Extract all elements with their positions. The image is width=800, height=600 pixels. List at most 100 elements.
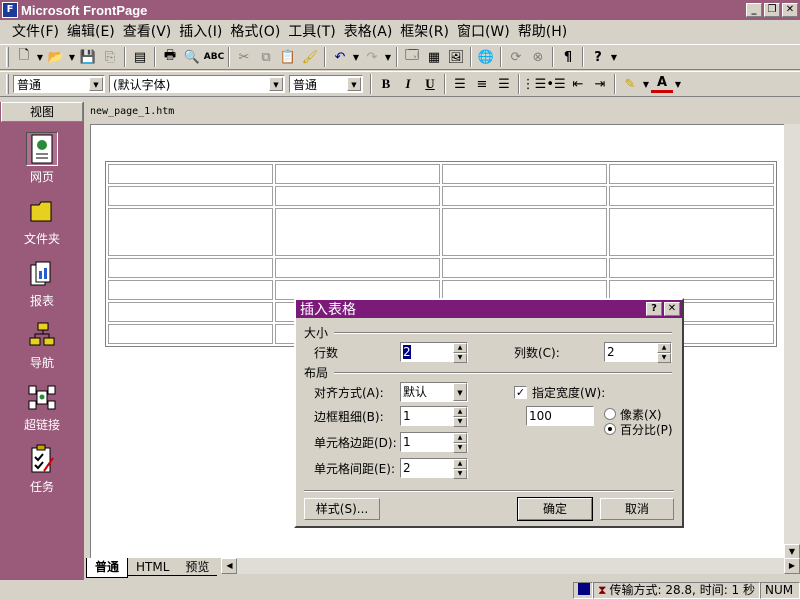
chevron-down-icon[interactable]: ▼	[351, 46, 361, 68]
table-cell[interactable]	[609, 164, 774, 184]
print-icon[interactable]: 🖶	[159, 46, 181, 68]
minimize-button[interactable]: _	[746, 3, 762, 17]
table-cell[interactable]	[108, 280, 273, 300]
format-painter-icon[interactable]: 🖌	[299, 46, 321, 68]
menu-frames[interactable]: 框架(R)	[396, 22, 453, 42]
spin-up-icon[interactable]: ▲	[453, 459, 467, 469]
tab-html[interactable]: HTML	[128, 558, 178, 576]
save-icon[interactable]: 💾	[77, 46, 99, 68]
stop-icon[interactable]: ⊗	[527, 46, 549, 68]
spin-up-icon[interactable]: ▲	[453, 343, 467, 353]
table-cell[interactable]	[609, 208, 774, 256]
print-preview-icon[interactable]: 🔍	[181, 46, 203, 68]
table-cell[interactable]	[275, 258, 440, 278]
tab-preview[interactable]: 预览	[177, 558, 218, 576]
table-cell[interactable]	[442, 208, 607, 256]
menu-format[interactable]: 格式(O)	[226, 22, 284, 42]
chevron-down-icon[interactable]: ▼	[89, 77, 103, 91]
spelling-icon[interactable]: ABC	[203, 46, 225, 68]
spin-down-icon[interactable]: ▼	[453, 469, 467, 479]
style-button[interactable]: 样式(S)...	[304, 498, 380, 520]
menu-help[interactable]: 帮助(H)	[514, 22, 571, 42]
table-cell[interactable]	[275, 186, 440, 206]
tab-normal[interactable]: 普通	[86, 558, 129, 578]
border-spinner[interactable]: 1 ▲ ▼	[400, 406, 468, 427]
scroll-right-icon[interactable]: ▶	[784, 558, 800, 574]
ok-button[interactable]: 确定	[517, 497, 593, 521]
align-select[interactable]: 默认 ▼	[400, 382, 468, 402]
spin-up-icon[interactable]: ▲	[657, 343, 671, 353]
close-icon[interactable]: ✕	[664, 302, 680, 316]
view-page[interactable]: 网页	[0, 132, 84, 192]
chevron-down-icon[interactable]: ▼	[347, 77, 361, 91]
view-reports[interactable]: 报表	[0, 256, 84, 316]
align-center-icon[interactable]: ≡	[471, 73, 493, 95]
close-button[interactable]: ✕	[782, 3, 798, 17]
table-cell[interactable]	[108, 258, 273, 278]
insert-picture-icon[interactable]: 🖼	[445, 46, 467, 68]
menu-file[interactable]: 文件(F)	[8, 22, 63, 42]
bulleted-list-icon[interactable]: •☰	[545, 73, 567, 95]
table-cell[interactable]	[275, 164, 440, 184]
vertical-scrollbar[interactable]: ▼	[784, 124, 800, 560]
spin-down-icon[interactable]: ▼	[657, 353, 671, 363]
padding-spinner[interactable]: 1 ▲ ▼	[400, 432, 468, 453]
cancel-button[interactable]: 取消	[600, 498, 674, 520]
toolbar-grip[interactable]	[6, 74, 9, 94]
insert-table-icon[interactable]: ▦	[423, 46, 445, 68]
view-tasks[interactable]: 任务	[0, 442, 84, 502]
chevron-down-icon[interactable]: ▼	[383, 46, 393, 68]
view-hyperlinks[interactable]: 超链接	[0, 380, 84, 440]
insert-component-icon[interactable]: 🗔	[401, 46, 423, 68]
bold-icon[interactable]: B	[375, 73, 397, 95]
spin-down-icon[interactable]: ▼	[453, 443, 467, 453]
menu-tools[interactable]: 工具(T)	[284, 22, 339, 42]
menu-insert[interactable]: 插入(I)	[175, 22, 226, 42]
frontpage-app-icon[interactable]: F	[2, 2, 18, 18]
table-cell[interactable]	[108, 186, 273, 206]
table-cell[interactable]	[108, 164, 273, 184]
restore-button[interactable]: ❐	[764, 3, 780, 17]
percent-radio[interactable]	[604, 423, 616, 435]
new-page-icon[interactable]: 🗋	[13, 46, 35, 68]
align-right-icon[interactable]: ☰	[493, 73, 515, 95]
scroll-track[interactable]	[237, 558, 784, 574]
table-cell[interactable]	[609, 258, 774, 278]
scroll-left-icon[interactable]: ◀	[221, 558, 238, 574]
font-combo[interactable]: (默认字体) ▼	[109, 75, 285, 93]
menu-view[interactable]: 查看(V)	[119, 22, 176, 42]
undo-icon[interactable]: ↶	[329, 46, 351, 68]
cols-spinner[interactable]: 2 ▲ ▼	[604, 342, 672, 363]
redo-icon[interactable]: ↷	[361, 46, 383, 68]
table-cell[interactable]	[442, 280, 607, 300]
italic-icon[interactable]: I	[397, 73, 419, 95]
toolbar-grip[interactable]	[6, 47, 9, 67]
numbered-list-icon[interactable]: ⋮☰	[522, 73, 547, 95]
table-cell[interactable]	[609, 280, 774, 300]
rows-spinner[interactable]: 2 ▲ ▼	[400, 342, 468, 363]
spin-down-icon[interactable]: ▼	[453, 417, 467, 427]
chevron-down-icon[interactable]: ▼	[609, 46, 619, 68]
table-cell[interactable]	[108, 324, 273, 344]
publish-icon[interactable]: ⎘	[99, 46, 121, 68]
spacing-spinner[interactable]: 2 ▲ ▼	[400, 458, 468, 479]
spin-down-icon[interactable]: ▼	[453, 353, 467, 363]
chevron-down-icon[interactable]: ▼	[35, 46, 45, 68]
chevron-down-icon[interactable]: ▼	[269, 77, 283, 91]
paste-icon[interactable]: 📋	[277, 46, 299, 68]
help-icon[interactable]: ?	[646, 302, 662, 316]
font-size-combo[interactable]: 普通 ▼	[289, 75, 363, 93]
width-input[interactable]: 100	[526, 406, 594, 426]
increase-indent-icon[interactable]: ⇥	[589, 73, 611, 95]
show-all-icon[interactable]: ¶	[557, 46, 579, 68]
table-cell[interactable]	[609, 186, 774, 206]
menu-table[interactable]: 表格(A)	[340, 22, 397, 42]
view-folders[interactable]: 文件夹	[0, 194, 84, 254]
view-navigation[interactable]: 导航	[0, 318, 84, 378]
table-cell[interactable]	[442, 164, 607, 184]
refresh-icon[interactable]: ⟳	[505, 46, 527, 68]
font-color-icon[interactable]: A	[651, 75, 673, 93]
menu-window[interactable]: 窗口(W)	[453, 22, 514, 42]
specify-width-checkbox[interactable]: ✓	[514, 386, 527, 399]
copy-icon[interactable]: ⧉	[255, 46, 277, 68]
